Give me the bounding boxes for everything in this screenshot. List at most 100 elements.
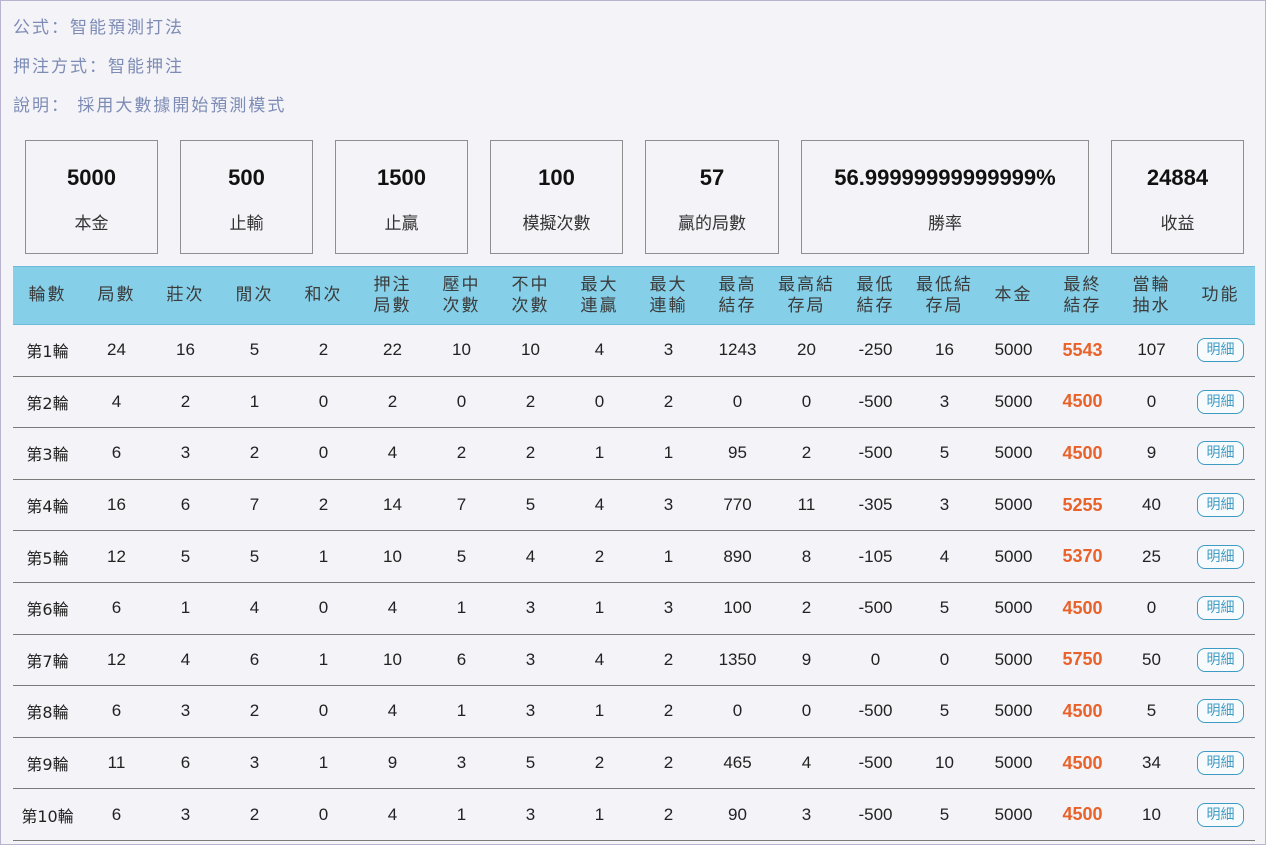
stat-box-stop-win: 1500 止贏 bbox=[335, 140, 468, 254]
table-cell: 2 bbox=[634, 737, 703, 790]
table-cell: 2 bbox=[220, 427, 289, 480]
column-header-label: 抽水 bbox=[1132, 295, 1171, 316]
table-cell: 9 bbox=[1117, 427, 1186, 480]
column-header: 閒次 bbox=[220, 266, 289, 325]
column-header-label: 最大 bbox=[580, 274, 619, 295]
table-cell: 16 bbox=[910, 324, 979, 377]
round-name-cell: 第3輪 bbox=[13, 427, 82, 480]
table-cell: 1 bbox=[565, 582, 634, 635]
action-cell: 明細 bbox=[1186, 582, 1255, 635]
table-cell: 95 bbox=[703, 427, 772, 480]
table-row: 第4輪 16 6 7 2 14 7 5 4 3 770 11 -305 3 5000 5255 40 明細 bbox=[13, 479, 1255, 532]
table-cell: 1 bbox=[427, 582, 496, 635]
table-cell: 6 bbox=[82, 427, 151, 480]
table-cell: 3 bbox=[634, 479, 703, 532]
table-cell: 22 bbox=[358, 324, 427, 377]
final-balance-cell: 4500 bbox=[1048, 788, 1117, 841]
column-header-label: 最高 bbox=[718, 274, 757, 295]
table-cell: 5 bbox=[220, 530, 289, 583]
table-cell: 6 bbox=[220, 634, 289, 687]
table-cell: 34 bbox=[1117, 737, 1186, 790]
column-header: 押注 局數 bbox=[358, 266, 427, 325]
table-cell: 2 bbox=[427, 427, 496, 480]
stat-value: 5000 bbox=[67, 165, 116, 190]
table-cell: 2 bbox=[772, 582, 841, 635]
table-row: 第3輪 6 3 2 0 4 2 2 1 1 95 2 -500 5 5000 4500 9 明細 bbox=[13, 427, 1255, 480]
table-cell: 6 bbox=[427, 634, 496, 687]
table-cell: 6 bbox=[151, 479, 220, 532]
table-cell: 0 bbox=[703, 376, 772, 429]
detail-button[interactable]: 明細 bbox=[1197, 544, 1244, 569]
stat-label: 贏的局數 bbox=[678, 214, 746, 234]
table-cell: 5 bbox=[910, 582, 979, 635]
column-header: 莊次 bbox=[151, 266, 220, 325]
table-cell: 0 bbox=[1117, 582, 1186, 635]
table-cell: 5 bbox=[496, 479, 565, 532]
table-cell: 100 bbox=[703, 582, 772, 635]
table-cell: 4 bbox=[358, 582, 427, 635]
description-line: 說明： 採用大數據開始預測模式 bbox=[13, 96, 287, 116]
table-cell: 9 bbox=[358, 737, 427, 790]
column-header: 最低結 存局 bbox=[910, 266, 979, 325]
table-cell: 0 bbox=[289, 582, 358, 635]
column-header: 壓中 次數 bbox=[427, 266, 496, 325]
column-header-label: 最大 bbox=[649, 274, 688, 295]
table-cell: 6 bbox=[151, 737, 220, 790]
table-cell: 1350 bbox=[703, 634, 772, 687]
final-balance-cell: 5255 bbox=[1048, 479, 1117, 532]
stat-box-win-rate: 56.99999999999999% 勝率 bbox=[801, 140, 1089, 254]
column-header-label: 結存 bbox=[718, 295, 757, 316]
final-balance-cell: 5370 bbox=[1048, 530, 1117, 583]
table-cell: -500 bbox=[841, 788, 910, 841]
table-cell: 0 bbox=[289, 685, 358, 738]
table-cell: 2 bbox=[772, 427, 841, 480]
table-cell: 5000 bbox=[979, 427, 1048, 480]
table-cell: 107 bbox=[1117, 324, 1186, 377]
detail-button[interactable]: 明細 bbox=[1197, 389, 1244, 414]
table-cell: 6 bbox=[82, 685, 151, 738]
table-cell: 1243 bbox=[703, 324, 772, 377]
table-cell: -500 bbox=[841, 737, 910, 790]
table-cell: 4 bbox=[496, 530, 565, 583]
round-name-cell: 第8輪 bbox=[13, 685, 82, 738]
table-cell: 0 bbox=[910, 634, 979, 687]
detail-button[interactable]: 明細 bbox=[1197, 751, 1244, 776]
table-cell: 5 bbox=[1117, 685, 1186, 738]
table-row: 第1輪 24 16 5 2 22 10 10 4 3 1243 20 -250 16 5000 5543 107… bbox=[13, 324, 1255, 377]
table-cell: 770 bbox=[703, 479, 772, 532]
table-cell: 5 bbox=[496, 737, 565, 790]
column-header: 和次 bbox=[289, 266, 358, 325]
table-cell: 3 bbox=[151, 427, 220, 480]
detail-button[interactable]: 明細 bbox=[1197, 647, 1244, 672]
table-cell: 2 bbox=[634, 788, 703, 841]
table-cell: 2 bbox=[634, 685, 703, 738]
table-cell: -500 bbox=[841, 582, 910, 635]
formula-line: 公式：智能預測打法 bbox=[13, 18, 184, 38]
detail-button[interactable]: 明細 bbox=[1197, 699, 1244, 724]
table-cell: 4 bbox=[220, 582, 289, 635]
detail-button[interactable]: 明細 bbox=[1197, 596, 1244, 621]
column-header-label: 最高結 bbox=[778, 274, 835, 295]
table-cell: 4 bbox=[358, 788, 427, 841]
table-cell: 4 bbox=[565, 479, 634, 532]
column-header: 局數 bbox=[82, 266, 151, 325]
table-header-row: 輪數 局數 莊次 閒次 和次 押注 局數 壓中 次數 不中 次數 最大 連贏 最大 連輸 最高 結存 最高結 存局最… bbox=[13, 266, 1255, 325]
final-balance-cell: 4500 bbox=[1048, 427, 1117, 480]
table-cell: 6 bbox=[82, 582, 151, 635]
table-row: 第5輪 12 5 5 1 10 5 4 2 1 890 8 -105 4 5000 5370 25 明細 bbox=[13, 530, 1255, 583]
table-cell: 5000 bbox=[979, 479, 1048, 532]
detail-button[interactable]: 明細 bbox=[1197, 441, 1244, 466]
detail-button[interactable]: 明細 bbox=[1197, 338, 1244, 363]
table-cell: 2 bbox=[151, 376, 220, 429]
detail-button[interactable]: 明細 bbox=[1197, 493, 1244, 518]
table-row: 第8輪 6 3 2 0 4 1 3 1 2 0 0 -500 5 5000 4500 5 明細 bbox=[13, 685, 1255, 738]
table-cell: 5 bbox=[910, 685, 979, 738]
table-cell: 3 bbox=[910, 376, 979, 429]
detail-button[interactable]: 明細 bbox=[1197, 802, 1244, 827]
table-cell: 2 bbox=[634, 634, 703, 687]
action-cell: 明細 bbox=[1186, 685, 1255, 738]
stat-box-capital: 5000 本金 bbox=[25, 140, 158, 254]
column-header: 最大 連贏 bbox=[565, 266, 634, 325]
table-cell: 0 bbox=[703, 685, 772, 738]
table-cell: 40 bbox=[1117, 479, 1186, 532]
